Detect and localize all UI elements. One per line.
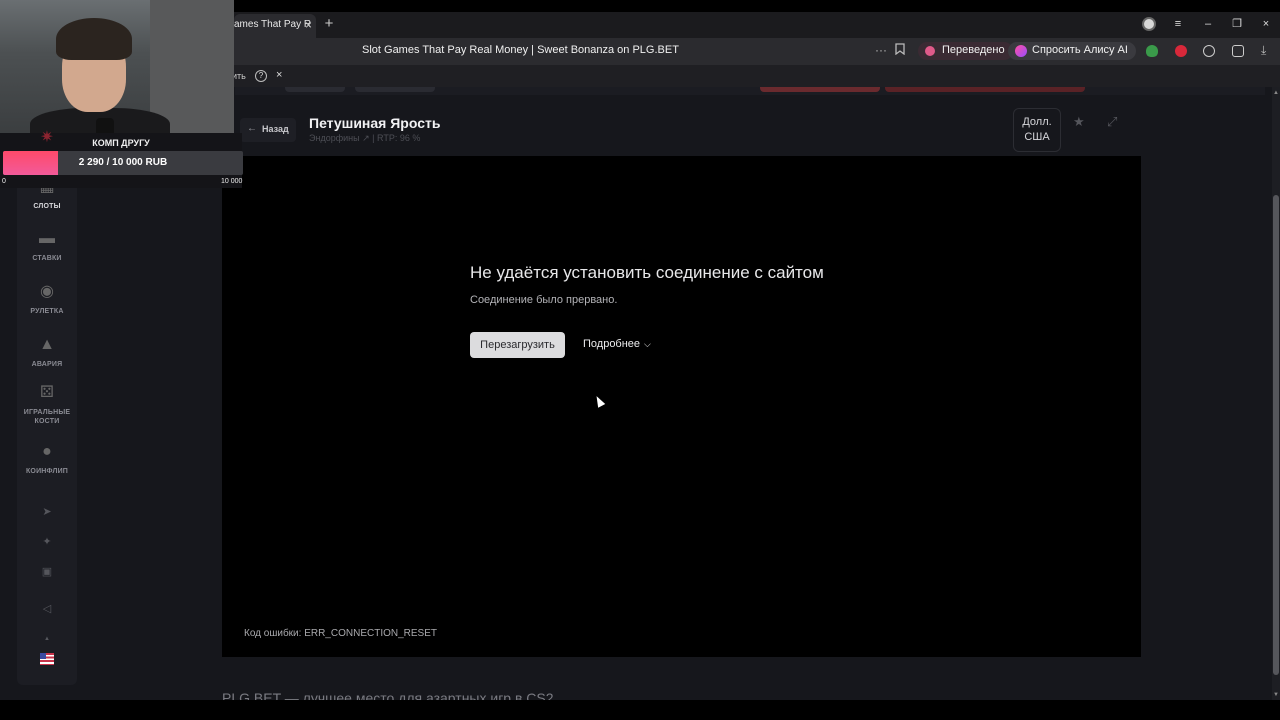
us-flag-icon[interactable] — [40, 653, 54, 665]
profile-icon[interactable] — [1142, 17, 1156, 31]
facebook-icon[interactable]: ▣ — [39, 565, 55, 579]
game-meta: Эндорфины ↗ | RTP: 96 % — [309, 133, 420, 144]
sidebar-item-label: СТАВКИ — [32, 255, 62, 262]
sidebar-item-bets[interactable]: ▬ СТАВКИ — [17, 230, 77, 263]
tab-strip — [234, 12, 1280, 38]
scroll-up-arrow[interactable]: ▲ — [1273, 90, 1279, 96]
sidebar-item-coinflip[interactable]: ● КОИНФЛИП — [17, 443, 77, 476]
ticket-icon: ▬ — [39, 230, 55, 247]
sidebar-item-label: АВАРИЯ — [31, 361, 63, 368]
back-button[interactable]: ← Назад — [240, 118, 296, 142]
twitter-icon[interactable]: ✦ — [39, 535, 55, 549]
notification-close-icon[interactable]: × — [276, 69, 282, 81]
tab-title: ames That Pay R — [234, 19, 312, 30]
record-extension-icon[interactable] — [1175, 45, 1187, 57]
alice-icon — [1015, 45, 1027, 57]
sidebar-item-label: ИГРАЛЬНЫЕ КОСТИ — [23, 409, 71, 425]
external-link-icon: ↗ — [362, 133, 370, 143]
game-title: Петушиная Ярость — [309, 115, 441, 131]
game-rtp: | RTP: 96 % — [372, 133, 421, 143]
sidebar-item-dice[interactable]: ⚄ ИГРАЛЬНЫЕ КОСТИ — [17, 384, 77, 426]
error-subtitle: Соединение было прервано. — [470, 294, 618, 306]
currency-line-2: США — [1024, 131, 1050, 143]
arrow-left-icon: ← — [247, 123, 257, 134]
crash-chart-icon: ▲ — [39, 336, 55, 353]
error-code: Код ошибки: ERR_CONNECTION_RESET — [244, 628, 437, 639]
notification-text: ить — [232, 71, 246, 81]
scroll-down-arrow[interactable]: ▼ — [1273, 692, 1279, 698]
game-iframe — [222, 156, 1141, 657]
collections-icon[interactable] — [1232, 45, 1244, 57]
details-label: Подробнее — [583, 338, 641, 350]
translate-label: Переведено — [942, 44, 1005, 56]
sidebar-item-label: КОИНФЛИП — [25, 468, 69, 475]
top-banner-strip — [235, 87, 1265, 95]
alice-button[interactable]: Спросить Алису AI — [1008, 42, 1136, 60]
play-extension-icon[interactable] — [1203, 45, 1215, 57]
error-title: Не удаётся установить соединение с сайто… — [470, 263, 824, 282]
goal-progress-text: 2 290 / 10 000 RUB — [78, 157, 168, 168]
bottom-edge — [0, 700, 1280, 720]
alice-label: Спросить Алису AI — [1032, 44, 1128, 56]
webcam-overlay — [0, 0, 234, 133]
sidebar-item-label: СЛОТЫ — [33, 203, 61, 210]
restore-icon[interactable]: ❐ — [1229, 17, 1245, 31]
more-icon[interactable]: ··· — [875, 43, 887, 57]
roulette-icon: ◉ — [40, 283, 54, 300]
translate-icon — [925, 46, 935, 56]
reload-button[interactable]: Перезагрузить — [470, 332, 565, 358]
favorite-star-icon[interactable]: ★ — [1073, 114, 1085, 130]
minimize-icon[interactable]: – — [1200, 17, 1216, 31]
sidebar-item-label: РУЛЕТКА — [30, 308, 64, 315]
dice-icon: ⚄ — [40, 384, 54, 401]
goal-min: 0 — [2, 178, 6, 185]
sidebar-item-roulette[interactable]: ◉ РУЛЕТКА — [17, 283, 77, 316]
bookmark-icon[interactable] — [895, 43, 905, 58]
chevron-up-icon[interactable]: ▲ — [39, 636, 55, 650]
translate-button[interactable]: Переведено — [918, 42, 1013, 60]
page-title[interactable]: Slot Games That Pay Real Money | Sweet B… — [362, 44, 679, 56]
speaker-icon[interactable]: ◁ — [39, 602, 55, 616]
help-icon[interactable]: ? — [255, 70, 267, 82]
browser-tab[interactable]: ames That Pay R × — [234, 14, 316, 38]
scrollbar-thumb[interactable] — [1273, 195, 1279, 675]
goal-title: КОМП ДРУГУ — [92, 138, 150, 148]
game-provider[interactable]: Эндорфины — [309, 133, 360, 143]
download-icon[interactable]: ⤓ — [1261, 43, 1266, 58]
goal-max: 10 000 — [221, 178, 243, 185]
window-close-icon[interactable]: × — [1258, 17, 1274, 31]
chevron-down-icon: ⌵ — [644, 339, 651, 349]
back-label: Назад — [262, 124, 289, 134]
currency-line-1: Долл. — [1022, 116, 1052, 128]
fullscreen-icon[interactable]: ⤢ — [1107, 114, 1117, 130]
new-tab-button[interactable]: + — [322, 16, 336, 31]
shield-extension-icon[interactable] — [1146, 45, 1158, 57]
menu-icon[interactable]: ≡ — [1170, 17, 1186, 31]
currency-selector[interactable]: Долл. США — [1013, 108, 1061, 152]
telegram-icon[interactable]: ➤ — [39, 505, 55, 519]
tab-close-icon[interactable]: × — [305, 18, 312, 32]
coin-icon: ● — [42, 443, 52, 460]
sidebar-item-crash[interactable]: ▲ АВАРИЯ — [17, 336, 77, 369]
details-button[interactable]: Подробнее ⌵ — [583, 338, 651, 350]
